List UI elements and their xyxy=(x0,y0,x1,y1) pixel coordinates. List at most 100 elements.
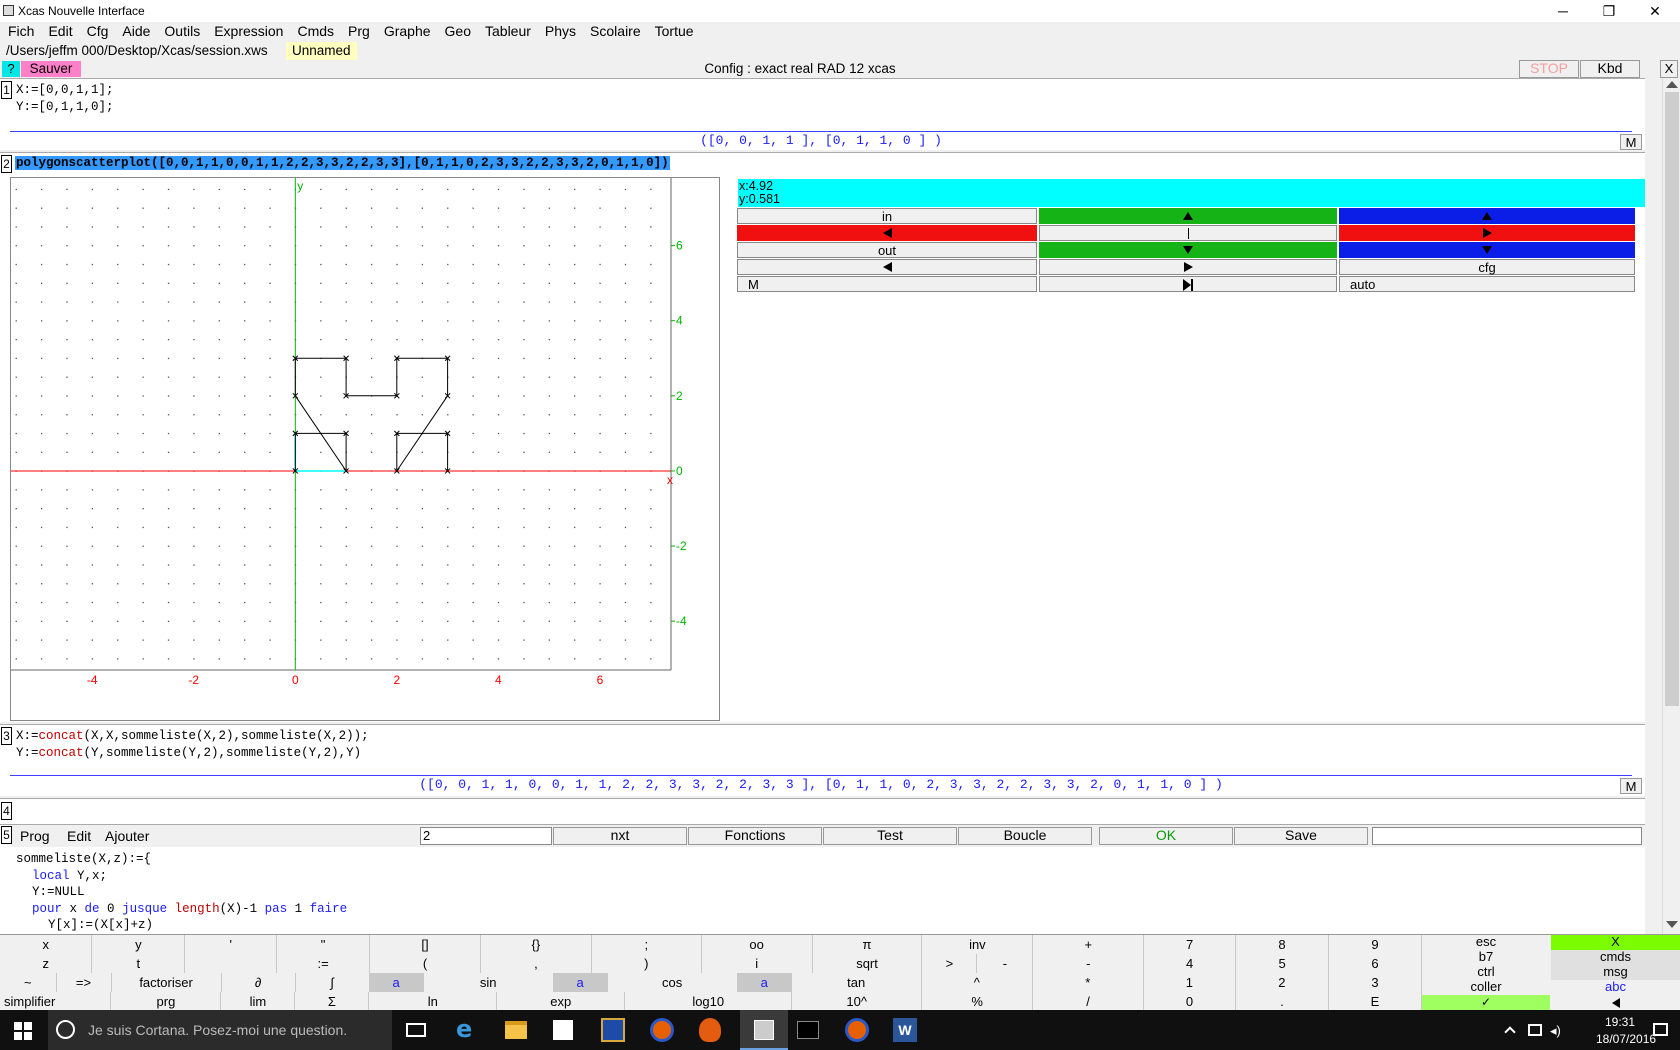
graph-panel[interactable]: x y -4 -2 0 2 4 6 6 4 2 0 -2 -4 xyxy=(10,177,720,721)
auto-button[interactable]: auto xyxy=(1339,276,1635,292)
word-icon[interactable]: W xyxy=(893,1018,917,1042)
key-5[interactable]: 5 xyxy=(1235,954,1329,973)
firefox-2-icon[interactable] xyxy=(845,1018,869,1042)
menu-prg[interactable]: Prg xyxy=(341,22,377,39)
clock-time[interactable]: 19:31 xyxy=(1600,1015,1640,1029)
up-blue-button[interactable] xyxy=(1339,208,1635,224)
key-10-power[interactable]: 10^ xyxy=(791,992,923,1011)
notifications-icon[interactable] xyxy=(1653,1023,1668,1036)
restore-button[interactable]: ❐ xyxy=(1586,0,1632,22)
zoom-out-button[interactable]: out xyxy=(737,242,1037,258)
zoom-in-button[interactable]: in xyxy=(737,208,1037,224)
menu-outils[interactable]: Outils xyxy=(157,22,207,39)
down-green-button[interactable] xyxy=(1039,242,1337,258)
key-close-paren[interactable]: ) xyxy=(591,954,702,973)
message-field[interactable] xyxy=(1372,827,1642,845)
key-6[interactable]: 6 xyxy=(1328,954,1422,973)
key-dot[interactable]: . xyxy=(1235,992,1329,1011)
menu-graphe[interactable]: Graphe xyxy=(377,22,438,39)
key-z[interactable]: z xyxy=(0,954,93,973)
answer-text[interactable]: ([0, 0, 1, 1 ], [0, 1, 1, 0 ] ) xyxy=(10,133,1632,148)
key-dquote[interactable]: " xyxy=(276,935,371,954)
key-backspace[interactable] xyxy=(1551,995,1680,1010)
menu-aide[interactable]: Aide xyxy=(115,22,157,39)
key-i[interactable]: i xyxy=(701,954,813,973)
key-log10[interactable]: log10 xyxy=(624,992,793,1011)
key-check[interactable]: ✓ xyxy=(1422,995,1550,1010)
left-red-button[interactable] xyxy=(737,225,1037,241)
next-button[interactable]: nxt xyxy=(553,827,687,845)
key-3[interactable]: 3 xyxy=(1328,973,1423,992)
add-menu[interactable]: Ajouter xyxy=(105,828,149,844)
session-tab[interactable]: Unnamed xyxy=(286,42,357,60)
close-button[interactable]: ✕ xyxy=(1632,0,1678,22)
keyboard-button[interactable]: Kbd xyxy=(1580,60,1640,78)
menu-phys[interactable]: Phys xyxy=(538,22,583,39)
program-editor[interactable]: sommeliste(X,z):={ local Y,x; Y:=NULL po… xyxy=(16,851,347,934)
scroll-thumb[interactable] xyxy=(1665,92,1679,706)
level-number[interactable]: 1 xyxy=(1,81,12,99)
tray-chevron-icon[interactable] xyxy=(1504,1026,1516,1038)
play-button[interactable] xyxy=(1039,276,1337,292)
menu-edit[interactable]: Edit xyxy=(41,22,79,39)
menu-tortue[interactable]: Tortue xyxy=(648,22,701,39)
key-0[interactable]: 0 xyxy=(1143,992,1236,1011)
network-icon[interactable] xyxy=(1528,1024,1542,1036)
edge-icon[interactable]: e xyxy=(456,1017,478,1041)
menu-m-button[interactable]: M xyxy=(1620,134,1642,150)
key-4[interactable]: 4 xyxy=(1143,954,1237,973)
menu-m-button[interactable]: M xyxy=(1620,778,1642,794)
down-blue-button[interactable] xyxy=(1339,242,1635,258)
volume-icon[interactable]: ◂) xyxy=(1550,1023,1561,1039)
key-prg[interactable]: prg xyxy=(110,992,222,1011)
flame-app-icon[interactable] xyxy=(699,1018,721,1042)
key-percent[interactable]: % xyxy=(921,992,1034,1011)
key-sin[interactable]: sin xyxy=(423,973,554,992)
key-cos[interactable]: cos xyxy=(607,973,738,992)
key-implies[interactable]: => xyxy=(56,973,112,992)
forward-button[interactable] xyxy=(1039,259,1337,275)
key-cmds[interactable]: cmds xyxy=(1551,950,1680,965)
key-braces[interactable]: {} xyxy=(480,935,592,954)
level-number[interactable]: 4 xyxy=(1,802,12,820)
firefox-icon[interactable] xyxy=(650,1018,674,1042)
windows-start-icon[interactable] xyxy=(14,1022,32,1040)
key-assign[interactable]: := xyxy=(276,954,371,973)
history-level-4[interactable]: 4 xyxy=(0,798,1645,824)
key-times[interactable]: * xyxy=(1032,973,1144,992)
key-minus-2[interactable]: - xyxy=(1032,954,1145,973)
command-line[interactable]: X:=concat(X,X,sommeliste(X,2),sommeliste… xyxy=(16,729,369,743)
key-8[interactable]: 8 xyxy=(1235,935,1329,954)
command-line[interactable]: X:=[0,0,1,1]; xyxy=(16,83,114,97)
vertical-scrollbar[interactable] xyxy=(1662,78,1680,934)
key-ctrl[interactable]: ctrl xyxy=(1422,965,1550,980)
explorer-icon[interactable] xyxy=(505,1021,527,1039)
key-esc[interactable]: esc xyxy=(1422,935,1550,950)
key-factor[interactable]: factoriser xyxy=(111,973,222,992)
key-clear-X[interactable]: X xyxy=(1551,935,1680,950)
key-partial[interactable]: ∂ xyxy=(221,973,296,992)
key-abc[interactable]: abc xyxy=(1551,980,1680,995)
clock-date[interactable]: 18/07/2016 xyxy=(1596,1032,1656,1046)
key-a-1[interactable]: a xyxy=(369,973,424,992)
key-simplify[interactable]: simplifier xyxy=(0,992,112,1011)
key-plus[interactable]: + xyxy=(1032,935,1145,954)
menu-geo[interactable]: Geo xyxy=(438,22,478,39)
key-comma[interactable]: , xyxy=(480,954,592,973)
right-red-button[interactable] xyxy=(1339,225,1635,241)
key-t[interactable]: t xyxy=(91,954,186,973)
loop-button[interactable]: Boucle xyxy=(958,827,1092,845)
close-session-button[interactable]: X xyxy=(1660,60,1678,78)
command-line[interactable]: Y:=concat(Y,sommeliste(Y,2),sommeliste(Y… xyxy=(16,746,361,760)
key-a-2[interactable]: a xyxy=(553,973,608,992)
key-integral[interactable]: ∫ xyxy=(295,973,370,992)
key-ln[interactable]: ln xyxy=(368,992,498,1011)
minimize-button[interactable]: ─ xyxy=(1540,0,1586,22)
key-inv[interactable]: inv xyxy=(921,935,1034,954)
key-y[interactable]: y xyxy=(91,935,186,954)
key-minus[interactable]: - xyxy=(976,954,1034,973)
scroll-up-icon[interactable] xyxy=(1666,81,1678,88)
key-greater[interactable]: > xyxy=(921,954,978,973)
menu-expression[interactable]: Expression xyxy=(207,22,290,39)
key-pi[interactable]: π xyxy=(812,935,923,954)
